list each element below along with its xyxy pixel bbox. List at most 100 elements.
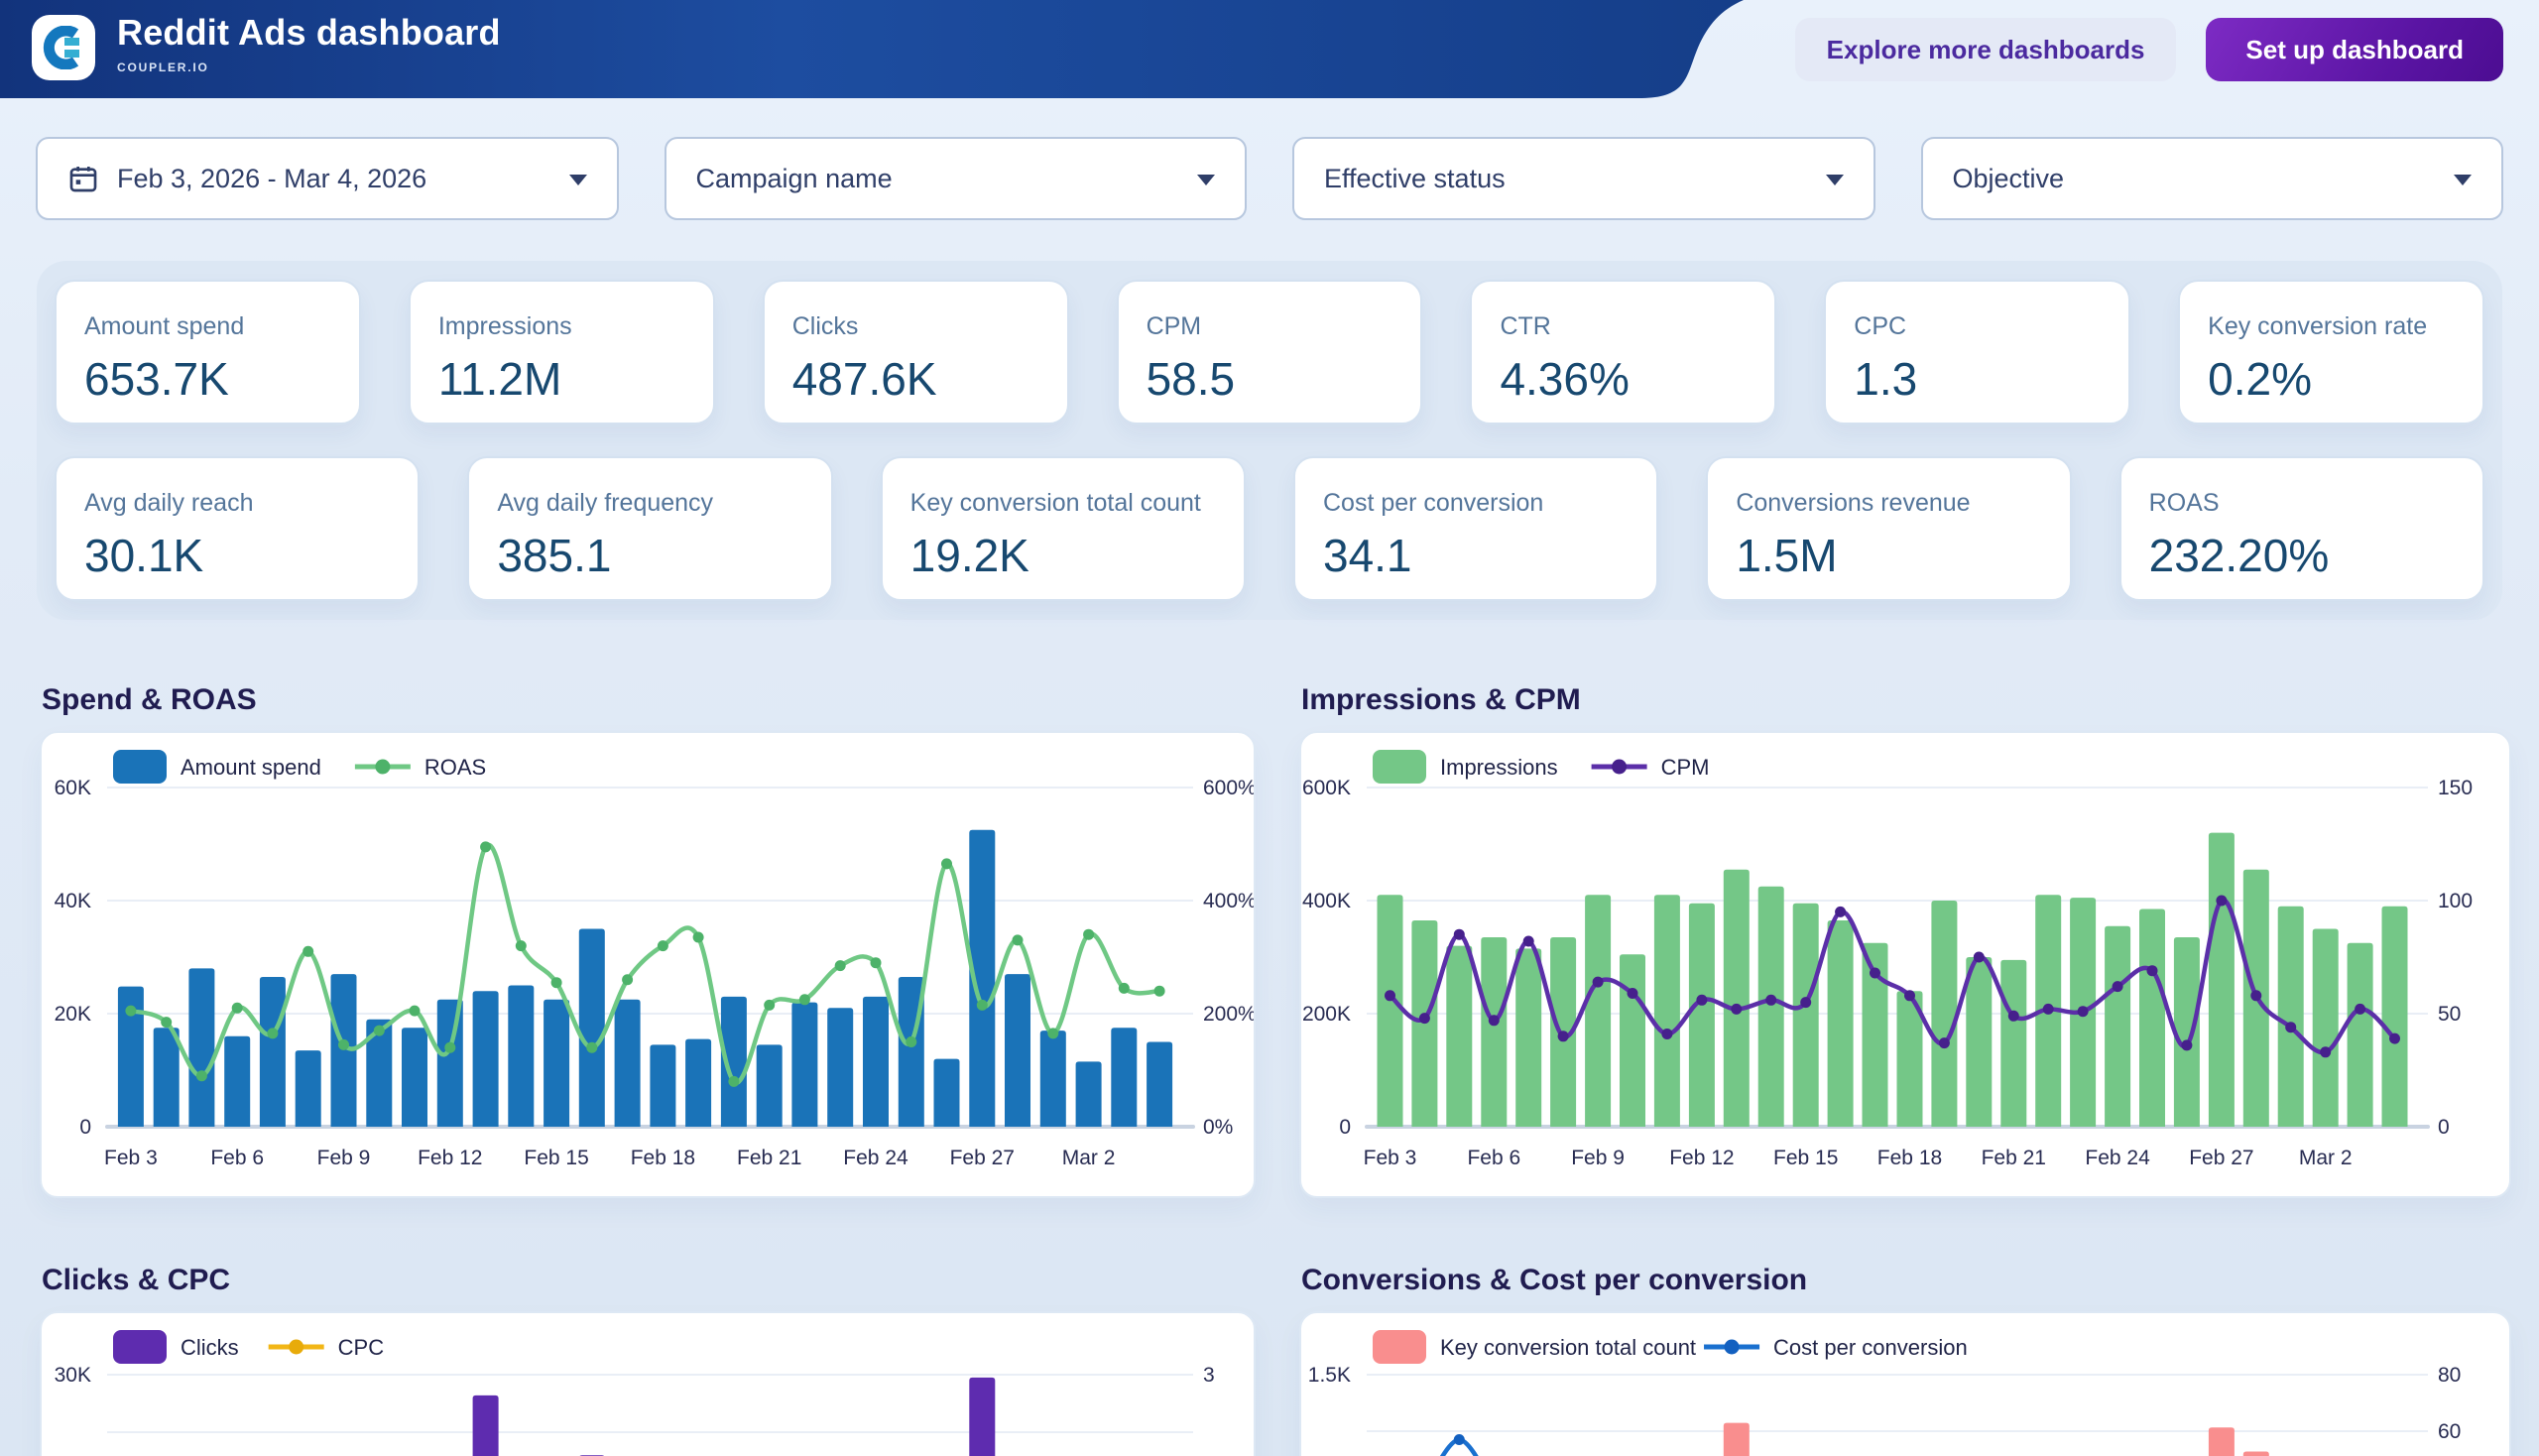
svg-text:Cost per conversion: Cost per conversion <box>1773 1335 1968 1360</box>
bar <box>1689 904 1715 1127</box>
svg-text:Feb 24: Feb 24 <box>843 1147 908 1169</box>
svg-text:Feb 12: Feb 12 <box>1669 1147 1734 1169</box>
coupler-logo-icon <box>42 26 85 69</box>
bar <box>1724 1423 1750 1456</box>
kpi-value: 232.20% <box>2149 529 2473 582</box>
left-axis-labels: 30K <box>55 1364 91 1387</box>
svg-text:0%: 0% <box>1203 1116 1233 1139</box>
charts-left-column: Spend & ROAS 60K40K20K0600%400%200%0%Feb… <box>40 620 1256 1456</box>
kpi-label: Impressions <box>438 312 703 341</box>
kpi-label: Cost per conversion <box>1323 489 1646 518</box>
bar <box>1758 887 1784 1127</box>
bar <box>2139 910 2165 1128</box>
kpi-card-roas: ROAS 232.20% <box>2119 456 2484 601</box>
effective-status-filter[interactable]: Effective status <box>1292 137 1875 220</box>
svg-text:0: 0 <box>2438 1116 2450 1139</box>
bar <box>2209 1427 2235 1456</box>
svg-text:100: 100 <box>2438 890 2473 912</box>
caret-down-icon <box>569 175 587 185</box>
svg-text:Clicks: Clicks <box>181 1335 239 1360</box>
svg-text:ROAS: ROAS <box>424 755 486 780</box>
reddit-ads-dashboard-page: Reddit Ads dashboard COUPLER.IO Explore … <box>0 0 2539 1456</box>
svg-text:Feb 3: Feb 3 <box>104 1147 158 1169</box>
bar <box>615 1000 641 1127</box>
impressions-cpm-chart[interactable]: 600K400K200K0150100500Feb 3Feb 6Feb 9Feb… <box>1301 733 2511 1196</box>
bar <box>260 977 286 1127</box>
kpi-value: 1.3 <box>1854 352 2118 406</box>
campaign-name-filter[interactable]: Campaign name <box>665 137 1248 220</box>
kpi-value: 34.1 <box>1323 529 1646 582</box>
line-cost-per-conversion[interactable] <box>1419 1434 1500 1456</box>
svg-text:Feb 21: Feb 21 <box>1982 1147 2046 1169</box>
svg-text:200K: 200K <box>1302 1003 1351 1026</box>
bar <box>1446 946 1472 1127</box>
conversions-cost-chart[interactable]: 1.5K8060Feb 3Feb 6Feb 9Feb 12Feb 15Feb 1… <box>1301 1313 2511 1456</box>
kpi-label: CPC <box>1854 312 2118 341</box>
header: Reddit Ads dashboard COUPLER.IO Explore … <box>0 0 2539 99</box>
kpi-card-conversions-revenue: Conversions revenue 1.5M <box>1706 456 2071 601</box>
campaign-filter-label: Campaign name <box>696 164 893 194</box>
kpi-label: Amount spend <box>84 312 349 341</box>
right-axis-labels: 600%400%200%0% <box>1203 777 1256 1139</box>
bar <box>296 1050 321 1127</box>
bar <box>650 1044 675 1127</box>
bar <box>544 1000 569 1127</box>
header-titles: Reddit Ads dashboard COUPLER.IO <box>117 12 501 74</box>
clicks-cpc-chart[interactable]: 30K3Feb 3Feb 6Feb 9Feb 12Feb 15Feb 18Feb… <box>42 1313 1256 1456</box>
svg-text:40K: 40K <box>55 890 91 912</box>
kpi-panel: Amount spend 653.7K Impressions 11.2M Cl… <box>37 261 2502 620</box>
bars-amount-spend[interactable] <box>118 830 1172 1127</box>
kpi-label: Key conversion total count <box>910 489 1234 518</box>
svg-text:Amount spend: Amount spend <box>181 755 321 780</box>
svg-text:Key conversion total count: Key conversion total count <box>1440 1335 1696 1360</box>
bar <box>2243 1452 2269 1456</box>
kpi-label: Avg daily frequency <box>497 489 820 518</box>
bar <box>2348 943 2373 1127</box>
objective-filter[interactable]: Objective <box>1921 137 2504 220</box>
spend-roas-title: Spend & ROAS <box>42 683 1256 717</box>
bars-impressions[interactable] <box>1378 833 2408 1127</box>
svg-text:30K: 30K <box>55 1364 91 1387</box>
bar <box>1793 904 1819 1127</box>
bar <box>1654 895 1680 1127</box>
kpi-value: 11.2M <box>438 352 703 406</box>
bar <box>1076 1061 1102 1127</box>
page-title: Reddit Ads dashboard <box>117 12 501 54</box>
right-axis-labels: 150100500 <box>2438 777 2473 1139</box>
svg-text:Feb 24: Feb 24 <box>2085 1147 2150 1169</box>
date-range-filter[interactable]: Feb 3, 2026 - Mar 4, 2026 <box>36 137 619 220</box>
kpi-card-avg-daily-reach: Avg daily reach 30.1K <box>55 456 420 601</box>
bar <box>2000 960 2026 1127</box>
kpi-card-avg-daily-frequency: Avg daily frequency 385.1 <box>467 456 832 601</box>
explore-dashboards-button[interactable]: Explore more dashboards <box>1795 18 2177 81</box>
bar <box>508 986 534 1128</box>
svg-text:CPC: CPC <box>338 1335 385 1360</box>
kpi-value: 385.1 <box>497 529 820 582</box>
bar <box>1585 895 1611 1127</box>
gridlines <box>107 1375 1193 1456</box>
spend-roas-chart[interactable]: 60K40K20K0600%400%200%0%Feb 3Feb 6Feb 9F… <box>42 733 1256 1196</box>
kpi-label: Conversions revenue <box>1736 489 2059 518</box>
setup-dashboard-button[interactable]: Set up dashboard <box>2206 18 2503 81</box>
bar <box>1620 954 1645 1127</box>
legend-swatch-bar <box>1373 1330 1426 1364</box>
svg-text:0: 0 <box>79 1116 91 1139</box>
bar <box>224 1036 250 1127</box>
kpi-value: 19.2K <box>910 529 1234 582</box>
bars-key-conversion-total-count[interactable] <box>1724 1423 2269 1456</box>
svg-text:60: 60 <box>2438 1420 2461 1443</box>
calendar-icon <box>67 163 99 194</box>
svg-text:CPM: CPM <box>1661 755 1710 780</box>
svg-text:Mar 2: Mar 2 <box>2299 1147 2353 1169</box>
bar <box>473 991 499 1127</box>
bar <box>1966 957 1992 1127</box>
caret-down-icon <box>1826 175 1844 185</box>
svg-text:Feb 6: Feb 6 <box>1467 1147 1520 1169</box>
svg-text:Mar 2: Mar 2 <box>1062 1147 1116 1169</box>
legend: ImpressionsCPM <box>1373 750 1709 784</box>
bars-clicks[interactable] <box>473 1378 996 1456</box>
bar <box>685 1039 711 1127</box>
status-filter-label: Effective status <box>1324 164 1506 194</box>
kpi-label: CPM <box>1147 312 1411 341</box>
conversions-cost-chart-card: 1.5K8060Feb 3Feb 6Feb 9Feb 12Feb 15Feb 1… <box>1299 1311 2511 1456</box>
